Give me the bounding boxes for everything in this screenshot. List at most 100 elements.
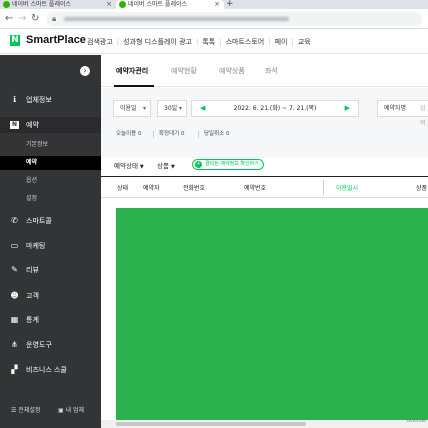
usage-date-select[interactable]: 이용일 ▾ bbox=[113, 100, 151, 117]
content-tabs: 예약자관리 예약현황 예약상품 좌석 bbox=[101, 55, 428, 87]
tab-booker-management[interactable]: 예약자관리 bbox=[116, 66, 148, 76]
col-product[interactable]: 상품 bbox=[416, 183, 427, 192]
table-header: 상태 예약자 전화번호 예약번호 이용일시 상품 bbox=[101, 176, 428, 198]
prev-range-icon[interactable]: ◀ bbox=[200, 101, 205, 116]
sidebar-item-label: 통계 bbox=[26, 316, 39, 324]
lock-icon: 🔒︎ bbox=[52, 14, 57, 23]
date-range-picker[interactable]: ◀ 2022. 6. 21.(화) ~ 7. 21.(목) ▶ bbox=[191, 100, 359, 117]
browser-tab-2-title: 네이버 스마트 플레이스 bbox=[128, 1, 188, 8]
sidebar-item-customers[interactable]: ☻ 고객 bbox=[0, 288, 101, 304]
date-range-text: 2022. 6. 21.(화) ~ 7. 21.(목) bbox=[233, 105, 317, 112]
view-clicked-info-hint[interactable]: + 클릭된 예약정보 확인하기 bbox=[192, 159, 264, 170]
my-business-button[interactable]: ▣ 내 업체 bbox=[58, 403, 84, 419]
col-phone[interactable]: 전화번호 bbox=[183, 183, 205, 192]
address-bar: ← → ↻ 🔒︎ bbox=[0, 9, 428, 29]
booker-name-value: 예약자명 bbox=[384, 105, 407, 112]
next-range-icon[interactable]: ▶ bbox=[345, 101, 350, 116]
sidebar-item-label: 리뷰 bbox=[26, 266, 39, 274]
pencil-icon: ✎ bbox=[11, 265, 18, 274]
close-tab-1-icon[interactable]: × bbox=[106, 0, 112, 9]
sidebar-item-label: 예약 bbox=[26, 121, 39, 129]
app-header: N SmartPlace 검색광고 | 성과형 디스플레이 광고 | 톡톡 | 스마트스토어… bbox=[0, 29, 428, 54]
usage-date-value: 이용일 bbox=[120, 105, 137, 112]
chip-divider bbox=[153, 131, 154, 138]
corner-label: Override bbox=[406, 419, 426, 424]
brand-name[interactable]: SmartPlace bbox=[26, 34, 86, 46]
close-tab-2-icon[interactable]: × bbox=[214, 0, 220, 9]
naver-favicon-icon bbox=[119, 1, 126, 8]
chip-pending-confirm[interactable]: 확정대기 0 bbox=[159, 129, 185, 140]
marketing-icon: ▭ bbox=[10, 241, 19, 250]
sidebar-item-smartcall[interactable]: ✆ 스마트콜 bbox=[0, 213, 101, 229]
screen: 네이버 스마트 플레이스 × 네이버 스마트 플레이스 × + ← → ↻ 🔒︎… bbox=[0, 0, 428, 428]
back-icon[interactable]: ← bbox=[5, 12, 13, 26]
sidebar-item-stats[interactable]: ▦ 통계 bbox=[0, 312, 101, 328]
sidebar-item-marketing[interactable]: ▭ 마케팅 bbox=[0, 238, 101, 254]
chip-same-day-cancel[interactable]: 당일취소 0 bbox=[204, 129, 230, 140]
col-status[interactable]: 상태 bbox=[117, 183, 128, 192]
sidebar-sub-booking[interactable]: 예약 bbox=[0, 156, 101, 170]
tab-booking-products[interactable]: 예약상품 bbox=[219, 66, 245, 76]
tab-booking-status[interactable]: 예약현황 bbox=[171, 66, 197, 76]
sidebar-item-label: 업체정보 bbox=[26, 96, 52, 104]
product-filter-dropdown[interactable]: 상품 ▼ bbox=[157, 160, 175, 170]
sidebar-sub-options[interactable]: 옵션 bbox=[0, 174, 101, 188]
col-booker[interactable]: 예약자 bbox=[143, 183, 160, 192]
browser-tab-bar: 네이버 스마트 플레이스 × 네이버 스마트 플레이스 × + bbox=[0, 0, 428, 9]
stats-icon: ▦ bbox=[10, 315, 19, 324]
sidebar-collapse-button[interactable]: › bbox=[80, 66, 90, 76]
forward-icon[interactable]: → bbox=[18, 12, 26, 26]
sidebar-item-label: 마케팅 bbox=[26, 242, 46, 250]
sidebar-item-label: 비즈니스 스쿨 bbox=[26, 366, 67, 374]
sidebar-item-label: 운영도구 bbox=[26, 341, 52, 349]
school-icon: ▞ bbox=[11, 365, 18, 374]
sidebar-item-business-info[interactable]: ℹ 업체정보 bbox=[0, 92, 101, 108]
new-tab-button[interactable]: + bbox=[226, 0, 234, 9]
sidebar-sub-settings[interactable]: 설정 bbox=[0, 192, 101, 206]
chevron-down-icon: ▾ bbox=[142, 105, 146, 112]
active-tab-indicator bbox=[114, 85, 154, 87]
topnav-pay[interactable]: 페이 bbox=[275, 38, 288, 46]
sidebar-item-business-school[interactable]: ▞ 비즈니스 스쿨 bbox=[0, 362, 101, 378]
horizontal-scrollbar[interactable] bbox=[101, 420, 428, 428]
browser-tab-1-title: 네이버 스마트 플레이스 bbox=[12, 1, 72, 8]
sidebar-item-reviews[interactable]: ✎ 리뷰 bbox=[0, 262, 101, 278]
sidebar-sub-basic-info[interactable]: 기본정보 bbox=[0, 138, 101, 152]
url-text-blurred bbox=[64, 17, 289, 21]
booker-name-select[interactable]: 예약자명 입력 bbox=[377, 100, 428, 127]
topnav-display-ads[interactable]: 성과형 디스플레이 광고 bbox=[123, 38, 192, 46]
sidebar-item-booking[interactable]: N 예약 bbox=[0, 117, 101, 133]
phone-icon: ✆ bbox=[11, 216, 18, 225]
table-filter-row: 예약상태 ▼ 상품 ▼ + 클릭된 예약정보 확인하기 bbox=[101, 158, 428, 176]
status-filter-label: 예약상태 bbox=[114, 162, 138, 170]
topnav-talktalk[interactable]: 톡톡 bbox=[202, 38, 215, 46]
topnav-education[interactable]: 교육 bbox=[298, 38, 311, 46]
col-booking-number[interactable]: 예약번호 bbox=[244, 183, 266, 192]
people-icon: ☻ bbox=[10, 291, 19, 300]
naver-logo-icon[interactable]: N bbox=[10, 35, 20, 46]
period-select[interactable]: 30일 ▾ bbox=[157, 100, 187, 117]
browser-tab-2[interactable]: 네이버 스마트 플레이스 × bbox=[116, 0, 224, 9]
product-filter-label: 상품 bbox=[157, 162, 169, 170]
reload-icon[interactable]: ↻ bbox=[31, 12, 39, 26]
main-content: 예약자관리 예약현황 예약상품 좌석 이용일 ▾ 30일 ▾ ◀ 2022. 6… bbox=[101, 55, 428, 428]
all-settings-button[interactable]: ☰ 전체설정 bbox=[11, 403, 40, 419]
tab-seats[interactable]: 좌석 bbox=[265, 66, 278, 76]
url-field[interactable]: 🔒︎ bbox=[46, 12, 422, 26]
topnav-search-ads[interactable]: 검색광고 bbox=[87, 38, 113, 46]
col-usage-datetime[interactable]: 이용일시 bbox=[336, 183, 358, 192]
share-icon: ⋔ bbox=[11, 340, 18, 349]
status-filter-dropdown[interactable]: 예약상태 ▼ bbox=[114, 160, 144, 170]
scrollbar-thumb[interactable] bbox=[116, 422, 306, 426]
plus-circle-icon: + bbox=[195, 161, 202, 168]
topnav-smartstore[interactable]: 스마트스토어 bbox=[226, 38, 265, 46]
sidebar-item-label: 고객 bbox=[26, 292, 39, 300]
chip-today-usage[interactable]: 오늘이용 0 bbox=[116, 129, 142, 140]
filter-panel: 이용일 ▾ 30일 ▾ ◀ 2022. 6. 21.(화) ~ 7. 21.(목… bbox=[101, 88, 428, 158]
browser-tab-1[interactable]: 네이버 스마트 플레이스 × bbox=[0, 0, 116, 9]
booking-icon: N bbox=[10, 121, 19, 129]
naver-favicon-icon bbox=[3, 1, 10, 8]
caret-down-icon: ▼ bbox=[170, 164, 175, 170]
booker-name-placeholder: 입력 bbox=[420, 105, 426, 127]
sidebar-item-ops-tools[interactable]: ⋔ 운영도구 bbox=[0, 337, 101, 353]
